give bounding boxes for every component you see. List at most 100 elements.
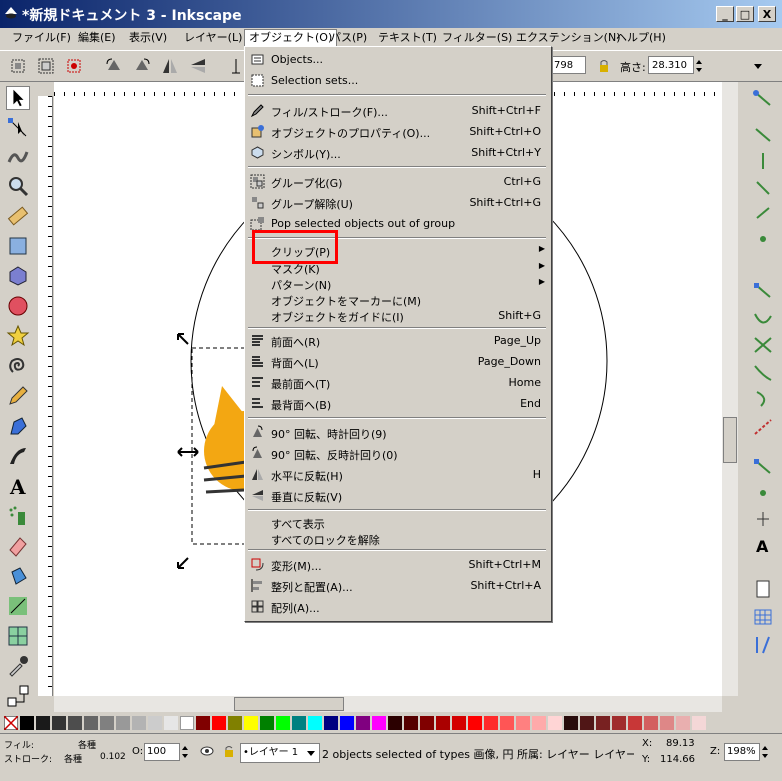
height-spinner-icon[interactable] xyxy=(694,56,704,76)
snap-text-icon[interactable]: A xyxy=(751,534,775,556)
swatch-blue[interactable] xyxy=(340,716,354,730)
swatch-red-6[interactable] xyxy=(468,716,482,730)
close-button[interactable]: X xyxy=(758,6,776,22)
horizontal-scrollbar[interactable] xyxy=(54,696,722,712)
swatch-red-5[interactable] xyxy=(452,716,466,730)
menu-file[interactable]: ファイル(F) xyxy=(8,30,75,46)
node-tool-icon[interactable] xyxy=(6,116,30,140)
snap-enable-icon[interactable] xyxy=(751,88,775,110)
text-tool-icon[interactable]: A xyxy=(6,474,30,498)
swatch-teal[interactable] xyxy=(292,716,306,730)
swatch-black[interactable] xyxy=(20,716,34,730)
vertical-scroll-thumb[interactable] xyxy=(723,417,737,463)
rectangle-tool-icon[interactable] xyxy=(6,234,30,258)
swatch-gray-80[interactable] xyxy=(52,716,66,730)
menu-layer[interactable]: レイヤー(L) xyxy=(180,30,246,46)
maximize-button[interactable]: □ xyxy=(736,6,754,22)
menu-item-object-to-guide[interactable]: オブジェクトをガイドに(I) Shift+G xyxy=(245,305,551,326)
pencil-tool-icon[interactable] xyxy=(6,384,30,408)
snap-bbox-icon[interactable] xyxy=(751,124,775,146)
dropper-tool-icon[interactable] xyxy=(6,654,30,678)
menu-item-unlock-all[interactable]: すべてのロックを解除 xyxy=(245,528,551,549)
menu-view[interactable]: 表示(V) xyxy=(125,30,171,46)
snap-path-intersection-icon[interactable] xyxy=(751,334,775,356)
select-all-layers-icon[interactable] xyxy=(36,56,56,76)
swatch-brown-1[interactable] xyxy=(564,716,578,730)
spray-tool-icon[interactable] xyxy=(6,504,30,528)
selector-tool-icon[interactable] xyxy=(6,86,30,110)
swatch-gray-30[interactable] xyxy=(132,716,146,730)
swatch-dark-red-1[interactable] xyxy=(388,716,402,730)
snap-smooth-nodes-icon[interactable] xyxy=(751,388,775,410)
stroke-value[interactable]: 各種 xyxy=(64,752,82,765)
menu-filters[interactable]: フィルター(S) xyxy=(438,30,516,46)
vertical-scrollbar[interactable] xyxy=(722,82,738,696)
zoom-tool-icon[interactable] xyxy=(6,174,30,198)
swatch-cyan[interactable] xyxy=(308,716,322,730)
swatch-magenta[interactable] xyxy=(372,716,386,730)
snap-object-center-icon[interactable] xyxy=(751,456,775,478)
swatch-dark-red-4[interactable] xyxy=(436,716,450,730)
eraser-tool-icon[interactable] xyxy=(6,534,30,558)
no-paint-swatch-icon[interactable] xyxy=(4,716,18,730)
swatch-green[interactable] xyxy=(260,716,274,730)
snap-bbox-corner-icon[interactable] xyxy=(751,176,775,198)
swatch-yellow[interactable] xyxy=(244,716,258,730)
measure-tool-icon[interactable] xyxy=(6,204,30,228)
snap-paths-icon[interactable] xyxy=(751,308,775,330)
menu-item-objects[interactable]: Objects... xyxy=(245,49,551,70)
zoom-spinner-icon[interactable] xyxy=(760,743,770,761)
swatch-dark-red-3[interactable] xyxy=(420,716,434,730)
width-field[interactable]: 798 xyxy=(550,56,586,74)
height-field[interactable]: 28.310 xyxy=(648,56,694,74)
toolbar-overflow-icon[interactable] xyxy=(752,56,764,76)
connector-tool-icon[interactable] xyxy=(6,684,30,708)
swatch-purple[interactable] xyxy=(356,716,370,730)
menu-item-arrange[interactable]: 配列(A)... xyxy=(245,596,551,617)
menu-object[interactable]: オブジェクト(O) xyxy=(244,29,338,47)
swatch-white[interactable] xyxy=(180,716,194,730)
swatch-gray-20[interactable] xyxy=(148,716,162,730)
opacity-spinner-icon[interactable] xyxy=(180,743,190,761)
swatch-red-11[interactable] xyxy=(548,716,562,730)
menu-item-raise[interactable]: 前面へ(R) Page_Up xyxy=(245,330,551,351)
snap-cusp-nodes-icon[interactable] xyxy=(751,362,775,384)
mesh-tool-icon[interactable] xyxy=(6,624,30,648)
snap-grid-icon[interactable] xyxy=(751,606,775,628)
swatch-gray-40[interactable] xyxy=(116,716,130,730)
swatch-gray-50[interactable] xyxy=(100,716,114,730)
menu-item-lower[interactable]: 背面へ(L) Page_Down xyxy=(245,351,551,372)
swatch-gray-10[interactable] xyxy=(164,716,178,730)
snap-bbox-edge-icon[interactable] xyxy=(751,150,775,172)
swatch-brown-8[interactable] xyxy=(676,716,690,730)
swatch-red-9[interactable] xyxy=(516,716,530,730)
snap-line-midpoints-icon[interactable] xyxy=(751,416,775,438)
swatch-brown-9[interactable] xyxy=(692,716,706,730)
menu-item-rotate-ccw[interactable]: 90° 回転、反時計回り(0) xyxy=(245,443,551,464)
swatch-maroon[interactable] xyxy=(196,716,210,730)
menu-item-symbols[interactable]: シンボル(Y)... Shift+Ctrl+Y xyxy=(245,142,551,163)
menu-item-object-properties[interactable]: オブジェクトのプロパティ(O)... Shift+Ctrl+O xyxy=(245,121,551,142)
menu-item-flip-vertical[interactable]: 垂直に反転(V) xyxy=(245,485,551,506)
3d-box-tool-icon[interactable] xyxy=(6,264,30,288)
swatch-brown-6[interactable] xyxy=(644,716,658,730)
swatch-olive[interactable] xyxy=(228,716,242,730)
snap-rotation-center-icon[interactable] xyxy=(751,482,775,504)
menu-item-lower-to-bottom[interactable]: 最背面へ(B) End xyxy=(245,393,551,414)
flip-horizontal-icon[interactable] xyxy=(160,56,180,76)
spiral-tool-icon[interactable] xyxy=(6,354,30,378)
menu-path[interactable]: パス(P) xyxy=(326,30,371,46)
tweak-tool-icon[interactable] xyxy=(6,144,30,168)
minimize-button[interactable]: _ xyxy=(716,6,734,22)
zoom-field[interactable]: 198% xyxy=(724,743,760,761)
menu-item-fill-stroke[interactable]: フィル/ストローク(F)... Shift+Ctrl+F xyxy=(245,100,551,121)
swatch-navy[interactable] xyxy=(324,716,338,730)
transform-toggle-icon[interactable] xyxy=(226,56,246,76)
swatch-red[interactable] xyxy=(212,716,226,730)
menu-item-flip-horizontal[interactable]: 水平に反転(H) H xyxy=(245,464,551,485)
snap-bbox-midpoint-icon[interactable] xyxy=(751,202,775,224)
swatch-red-7[interactable] xyxy=(484,716,498,730)
deselect-icon[interactable] xyxy=(64,56,84,76)
opacity-field[interactable]: 100 xyxy=(144,743,180,761)
gradient-tool-icon[interactable] xyxy=(6,594,30,618)
